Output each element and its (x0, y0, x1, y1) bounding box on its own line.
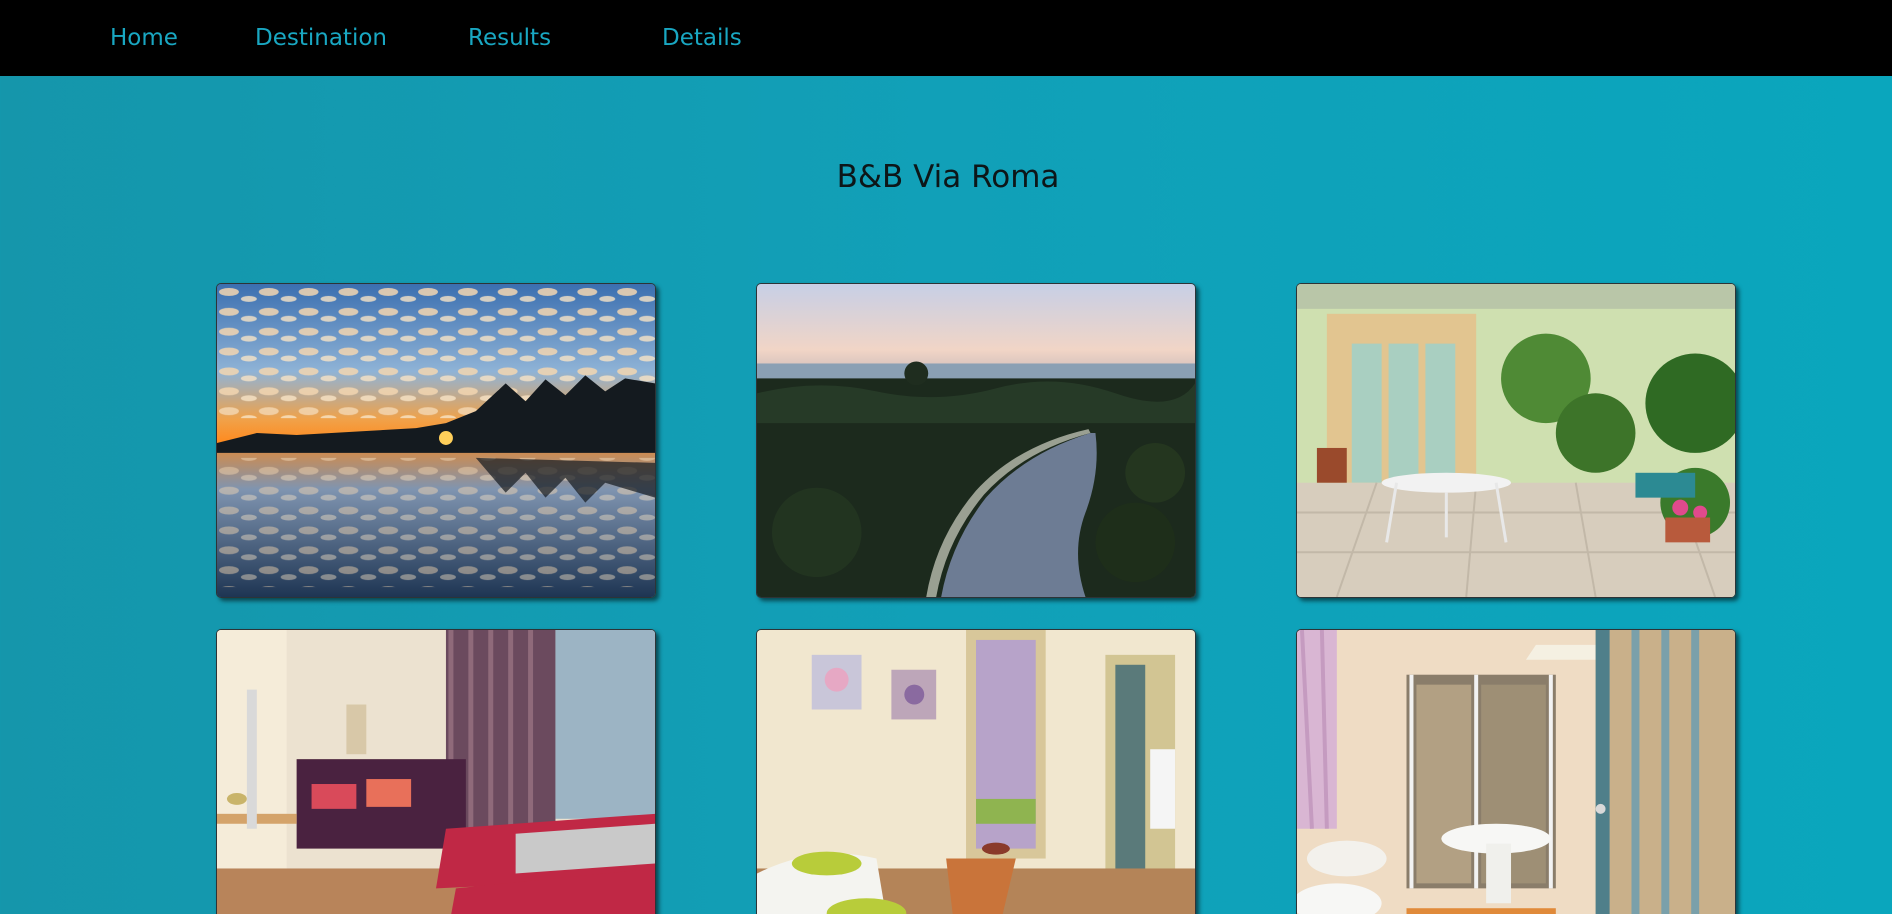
photo-room-hallway[interactable] (756, 629, 1196, 914)
sunset-lake-image (217, 284, 655, 597)
bathroom-image (1297, 630, 1735, 914)
photo-gallery (0, 0, 1892, 914)
photo-bedroom-twin[interactable] (216, 629, 656, 914)
photo-aerial-canal[interactable] (756, 283, 1196, 598)
room-hallway-image (757, 630, 1195, 914)
photo-sunset-lake[interactable] (216, 283, 656, 598)
photo-terrace-garden[interactable] (1296, 283, 1736, 598)
terrace-garden-image (1297, 284, 1735, 597)
aerial-canal-image (757, 284, 1195, 597)
bedroom-twin-image (217, 630, 655, 914)
photo-bathroom[interactable] (1296, 629, 1736, 914)
